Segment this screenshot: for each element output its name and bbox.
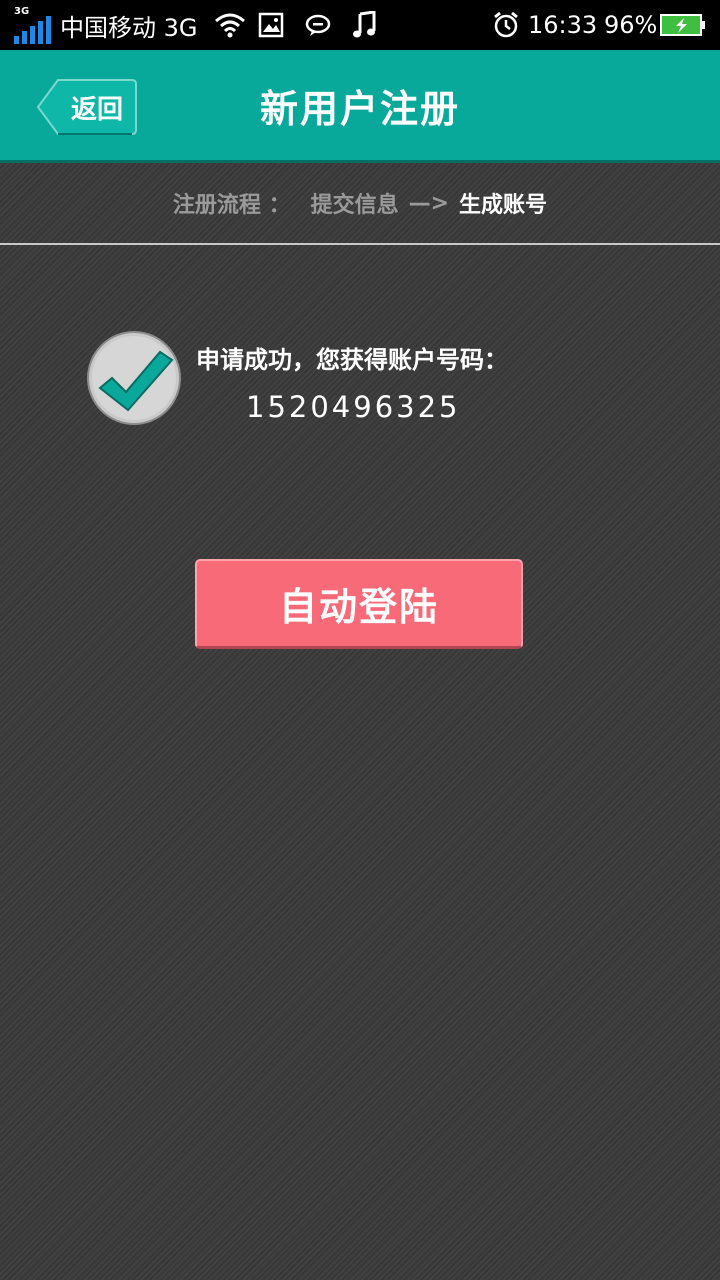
music-icon [352, 0, 378, 50]
back-button-label: 返回 [70, 94, 123, 125]
back-button[interactable]: 返回 [36, 78, 138, 136]
step-generate-account: 生成账号 [459, 193, 548, 218]
registration-steps: 注册流程 ： 提交信息 —> 生成账号 [0, 163, 720, 245]
battery-percent: 96% [604, 11, 658, 39]
network-type-label: 3G [14, 6, 30, 17]
account-number: 1520496325 [246, 390, 461, 424]
success-message: 申请成功，您获得账户号码： [196, 346, 508, 374]
carrier-label: 中国移动 3G [60, 13, 198, 42]
check-circle-icon [86, 330, 182, 426]
wifi-icon [214, 0, 246, 50]
step-submit-info: 提交信息 [310, 193, 399, 218]
auto-login-button[interactable]: 自动登陆 [195, 559, 523, 649]
battery-icon [660, 0, 706, 50]
message-icon [304, 0, 332, 50]
gallery-icon [258, 0, 284, 50]
app-header: 返回 新用户注册 [0, 50, 720, 163]
clock-time: 16:33 [528, 11, 598, 39]
signal-icon: 3G [12, 0, 52, 50]
status-bar: 3G 中国移动 3G 16:33 96% [0, 0, 720, 50]
step-arrow: —> [408, 190, 450, 216]
steps-prefix: 注册流程 ： [172, 193, 291, 218]
alarm-icon [492, 0, 520, 50]
